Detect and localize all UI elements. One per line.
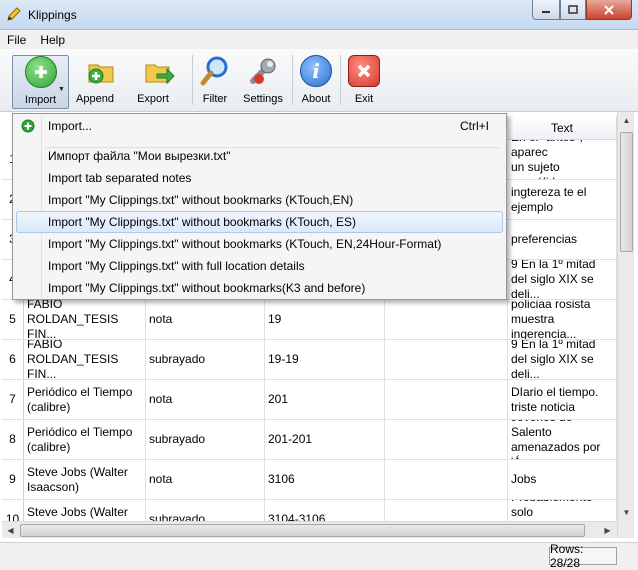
type-cell: subrayado xyxy=(146,340,265,379)
row-count: Rows: 28/28 xyxy=(549,542,617,570)
scroll-down-icon[interactable]: ▼ xyxy=(618,504,635,521)
location-cell: 19-19 xyxy=(265,340,385,379)
row-number: 7 xyxy=(2,380,24,419)
export-label: Export xyxy=(137,93,169,105)
window-title: Klippings xyxy=(28,8,77,22)
location-cell: 3106 xyxy=(265,460,385,499)
import-button[interactable]: Import ▼ xyxy=(12,55,69,109)
about-button[interactable]: i About xyxy=(298,55,334,109)
append-button[interactable]: Append xyxy=(74,55,128,109)
menu-item-import-ktouch-es[interactable]: Import "My Clippings.txt" without bookma… xyxy=(16,211,503,233)
vertical-scroll-thumb[interactable] xyxy=(620,132,633,252)
date-cell xyxy=(385,380,508,419)
append-label: Append xyxy=(76,93,114,105)
text-cell: 9 En la 1º mitad del siglo XIX se deli..… xyxy=(508,340,617,379)
title-bar: Klippings xyxy=(0,0,638,30)
column-header-text[interactable]: Text xyxy=(508,116,617,140)
import-label: Import xyxy=(24,94,57,106)
close-button[interactable] xyxy=(586,0,632,20)
info-icon: i xyxy=(300,55,332,87)
horizontal-scrollbar[interactable]: ◀ ▶ xyxy=(2,521,617,538)
date-cell xyxy=(385,420,508,459)
type-cell: subrayado xyxy=(146,420,265,459)
date-cell xyxy=(385,300,508,339)
table-row[interactable]: 6 FABIO ROLDAN_TESIS FIN... subrayado 19… xyxy=(2,340,617,380)
horizontal-scroll-thumb[interactable] xyxy=(20,524,585,537)
location-cell: 201-201 xyxy=(265,420,385,459)
scroll-up-icon[interactable]: ▲ xyxy=(618,112,635,129)
about-label: About xyxy=(301,93,331,105)
add-icon xyxy=(24,56,57,88)
import-dropdown-menu: Import... Ctrl+I Импорт файла "Мои вырез… xyxy=(12,113,507,300)
text-cell: DIario el tiempo. triste noticia xyxy=(508,380,617,419)
location-cell: 19 xyxy=(265,300,385,339)
table-row[interactable]: 7 Periódico el Tiempo (calibre) nota 201… xyxy=(2,380,617,420)
status-bar: Rows: 28/28 xyxy=(0,542,638,570)
text-cell: Jobs xyxy=(508,460,617,499)
settings-button[interactable]: Settings xyxy=(240,55,286,109)
book-cell: Periódico el Tiempo (calibre) xyxy=(24,380,146,419)
exit-x-icon xyxy=(348,55,380,87)
menu-bar: File Help xyxy=(0,30,638,49)
toolbar-separator xyxy=(192,55,193,105)
text-cell: Jóvenes de Salento amenazados por 'Á... xyxy=(508,420,617,459)
type-cell: nota xyxy=(146,460,265,499)
close-icon xyxy=(604,4,614,15)
exit-label: Exit xyxy=(354,93,374,105)
toolbar: Import ▼ Append ▼ Export ▼ xyxy=(0,49,638,134)
row-number: 6 xyxy=(2,340,24,379)
book-cell: Periódico el Tiempo (calibre) xyxy=(24,420,146,459)
maximize-button[interactable] xyxy=(560,0,586,20)
text-cell: ingtereza te el ejemplo xyxy=(508,180,617,219)
text-cell: policiaa rosista muestra ingerencia... xyxy=(508,300,617,339)
shortcut-label: Ctrl+I xyxy=(459,119,489,133)
table-row[interactable]: 5 FABIO ROLDAN_TESIS FIN... nota 19 poli… xyxy=(2,300,617,340)
book-cell: Steve Jobs (Walter Isaacson) xyxy=(24,460,146,499)
book-cell: FABIO ROLDAN_TESIS FIN... xyxy=(24,300,146,339)
wrench-icon xyxy=(247,55,279,87)
menu-help[interactable]: Help xyxy=(33,33,72,47)
minimize-icon xyxy=(542,10,550,13)
table-row[interactable]: 9 Steve Jobs (Walter Isaacson) nota 3106… xyxy=(2,460,617,500)
type-cell: nota xyxy=(146,300,265,339)
vertical-scrollbar[interactable]: ▲ ▼ xyxy=(617,112,634,538)
menu-file[interactable]: File xyxy=(0,33,33,47)
maximize-icon xyxy=(568,4,578,14)
text-cell: 9 En la 1º mitad del siglo XIX se deli..… xyxy=(508,260,617,299)
export-button[interactable]: Export xyxy=(134,55,184,109)
row-number: 9 xyxy=(2,460,24,499)
row-number: 8 xyxy=(2,420,24,459)
append-folder-icon xyxy=(85,55,117,87)
pencil-app-icon xyxy=(7,7,21,21)
menu-item-import-full-location[interactable]: Import "My Clippings.txt" with full loca… xyxy=(16,255,503,277)
menu-item-import-ktouch-en-24h[interactable]: Import "My Clippings.txt" without bookma… xyxy=(16,233,503,255)
settings-label: Settings xyxy=(243,93,283,105)
text-cell: preferencias xyxy=(508,220,617,259)
menu-item-import-russian[interactable]: Импорт файла "Мои вырезки.txt" xyxy=(16,145,503,167)
toolbar-separator xyxy=(340,55,341,105)
magnifier-icon xyxy=(199,55,231,87)
menu-item-import[interactable]: Import... Ctrl+I xyxy=(16,115,503,137)
filter-label: Filter xyxy=(202,93,228,105)
add-icon xyxy=(21,119,35,133)
text-cell: En el "antes", aparec un sujeto escuálid… xyxy=(508,140,617,179)
menu-item-import-tab-separated[interactable]: Import tab separated notes xyxy=(16,167,503,189)
toolbar-separator xyxy=(292,55,293,105)
export-folder-icon xyxy=(143,55,175,87)
location-cell: 201 xyxy=(265,380,385,419)
type-cell: nota xyxy=(146,380,265,419)
minimize-button[interactable] xyxy=(532,0,560,20)
scroll-right-icon[interactable]: ▶ xyxy=(599,522,616,539)
row-number: 5 xyxy=(2,300,24,339)
date-cell xyxy=(385,460,508,499)
table-row[interactable]: 8 Periódico el Tiempo (calibre) subrayad… xyxy=(2,420,617,460)
exit-button[interactable]: Exit xyxy=(346,55,382,109)
date-cell xyxy=(385,340,508,379)
scroll-left-icon[interactable]: ◀ xyxy=(2,522,19,539)
menu-item-import-ktouch-en[interactable]: Import "My Clippings.txt" without bookma… xyxy=(16,189,503,211)
import-dropdown-arrow-icon[interactable]: ▼ xyxy=(58,86,65,93)
filter-button[interactable]: Filter xyxy=(197,55,233,109)
book-cell: FABIO ROLDAN_TESIS FIN... xyxy=(24,340,146,379)
menu-item-import-k3[interactable]: Import "My Clippings.txt" without bookma… xyxy=(16,277,503,299)
